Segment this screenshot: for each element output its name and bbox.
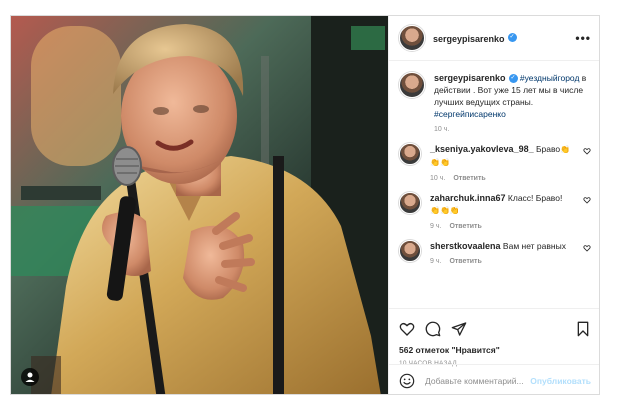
add-comment-bar: Опубликовать — [389, 364, 599, 394]
comment-like-heart-icon[interactable] — [583, 244, 591, 252]
verified-badge-icon: ✓ — [507, 33, 517, 43]
like-heart-icon[interactable] — [399, 321, 415, 337]
comment-input[interactable] — [425, 375, 527, 386]
caption-row: sergeypisarenko ✓ #уездныйгород в действи… — [399, 72, 591, 133]
publish-button[interactable]: Опубликовать — [530, 376, 591, 386]
comment-bubble-icon[interactable] — [425, 321, 441, 337]
comment-meta: 9 ч. Ответить — [430, 258, 579, 265]
emoji-smiley-icon[interactable] — [399, 373, 415, 389]
caption-username[interactable]: sergeypisarenko — [434, 73, 506, 83]
verified-badge-icon: ✓ — [508, 74, 518, 84]
post-actions: 562 отметок "Нравится" 10 ЧАСОВ НАЗАД — [389, 308, 599, 367]
hashtag-link[interactable]: #уездныйгород — [520, 73, 580, 83]
reply-button[interactable]: Ответить — [449, 258, 481, 265]
post-photo — [11, 16, 388, 394]
performer-illustration — [11, 16, 388, 394]
comment-text: zaharchuk.inna67 Класс! Браво! 👏👏👏 — [430, 192, 579, 217]
comment-username[interactable]: sherstkovaalena — [430, 241, 501, 251]
comment-text: sherstkovaalena Вам нет равных — [430, 240, 579, 252]
comment-text: _kseniya.yakovleva_98_ Браво👏👏👏 — [430, 143, 579, 169]
instagram-post-modal: sergeypisarenko ✓ ••• sergeypisarenko ✓ #у… — [10, 15, 600, 395]
comments-list: sergeypisarenko ✓ #уездныйгород в действи… — [389, 62, 599, 307]
clapping-emoji: 👏👏👏 — [430, 206, 460, 215]
post-header: sergeypisarenko ✓ ••• — [389, 16, 599, 61]
comment-row: _kseniya.yakovleva_98_ Браво👏👏👏 10 ч. Отв… — [399, 143, 591, 182]
comment-username[interactable]: zaharchuk.inna67 — [430, 193, 506, 203]
comment-like-heart-icon[interactable] — [583, 147, 591, 155]
caption-text: sergeypisarenko ✓ #уездныйгород в действи… — [434, 72, 591, 120]
comment-meta: 9 ч. Ответить — [430, 223, 579, 230]
comment-like-heart-icon[interactable] — [583, 196, 591, 204]
tagged-users-icon[interactable] — [21, 368, 39, 386]
author-username-wrap: sergeypisarenko ✓ — [433, 29, 517, 47]
comment-body: Класс! Браво! — [507, 193, 563, 203]
more-options-button[interactable]: ••• — [575, 31, 591, 45]
author-username[interactable]: sergeypisarenko — [433, 34, 505, 44]
commenter-avatar[interactable] — [399, 240, 421, 262]
reply-button[interactable]: Ответить — [453, 175, 485, 182]
reply-button[interactable]: Ответить — [449, 223, 481, 230]
comment-body: Браво — [535, 144, 561, 154]
comment-row: sherstkovaalena Вам нет равных 9 ч. Ответ… — [399, 240, 591, 265]
comment-time: 9 ч. — [430, 258, 442, 265]
comment-username[interactable]: _kseniya.yakovleva_98_ — [430, 144, 534, 154]
comment-row: zaharchuk.inna67 Класс! Браво! 👏👏👏 9 ч. От… — [399, 192, 591, 230]
share-paper-plane-icon[interactable] — [451, 321, 467, 337]
commenter-avatar[interactable] — [399, 143, 421, 165]
bookmark-icon[interactable] — [575, 321, 591, 337]
action-icons — [399, 317, 591, 341]
post-sidebar: sergeypisarenko ✓ ••• sergeypisarenko ✓ #у… — [388, 16, 599, 394]
caption-avatar[interactable] — [399, 72, 425, 98]
likes-count[interactable]: 562 отметок "Нравится" — [399, 345, 591, 355]
caption-time: 10 ч. — [434, 126, 450, 133]
comment-meta: 10 ч. Ответить — [430, 175, 579, 182]
comment-time: 9 ч. — [430, 223, 442, 230]
hashtag-link[interactable]: #сергейписаренко — [434, 109, 506, 119]
comment-body: Вам нет равных — [502, 241, 566, 251]
comment-time: 10 ч. — [430, 175, 446, 182]
author-avatar[interactable] — [399, 25, 425, 51]
commenter-avatar[interactable] — [399, 192, 421, 214]
